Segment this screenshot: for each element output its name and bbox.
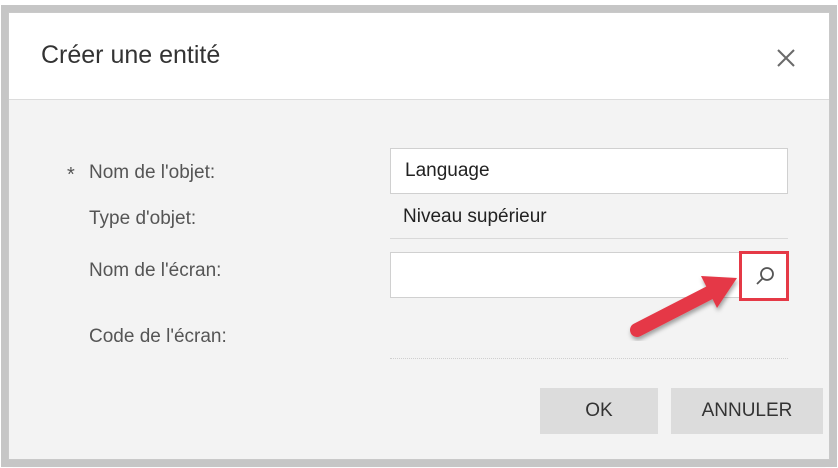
object-type-value: Niveau supérieur (403, 206, 547, 227)
screen-code-field (390, 358, 788, 359)
dialog-body: * Nom de l'objet: Type d'objet: Niveau s… (9, 100, 829, 459)
object-type-label: Type d'objet: (89, 208, 197, 229)
object-name-label: Nom de l'objet: (89, 162, 216, 183)
ok-button[interactable]: OK (540, 388, 658, 434)
dialog-title: Créer une entité (41, 41, 221, 69)
required-marker: * (67, 164, 75, 186)
dialog-header: Créer une entité (9, 13, 829, 100)
close-icon (777, 49, 795, 67)
create-entity-dialog: Créer une entité * Nom de l'objet: Type … (8, 12, 830, 460)
cancel-button[interactable]: ANNULER (671, 388, 823, 434)
screen-code-label: Code de l'écran: (89, 326, 227, 347)
annotation-arrow-icon (630, 276, 737, 337)
search-icon (756, 267, 774, 285)
close-button[interactable] (769, 41, 803, 75)
screen-name-label: Nom de l'écran: (89, 260, 222, 281)
object-type-divider (390, 238, 788, 239)
object-name-input[interactable] (390, 148, 788, 194)
